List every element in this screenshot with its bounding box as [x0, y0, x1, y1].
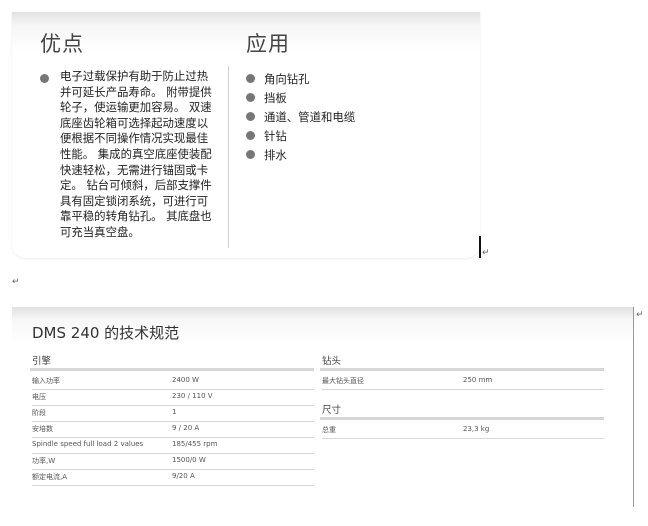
- spec-value: 9/20 A: [172, 472, 195, 480]
- application-item: 针钻: [264, 129, 287, 143]
- table-row: 安培数 9 / 20 A: [32, 421, 314, 438]
- paragraph-mark: ↵: [12, 277, 20, 287]
- bullet-icon: [246, 112, 255, 121]
- applications-heading: 应用: [246, 32, 290, 56]
- specs-title: DMS 240 的技术规范: [32, 324, 180, 342]
- table-row: 最大钻头直径 250 mm: [322, 373, 604, 390]
- paragraph-mark: ↵: [482, 248, 490, 258]
- spec-label: 额定电流,A: [32, 473, 68, 481]
- table-row: 阶段 1: [32, 405, 314, 422]
- spec-label: 电压: [32, 393, 46, 401]
- bullet-icon: [246, 150, 255, 159]
- spec-label: 功率,W: [32, 457, 56, 465]
- column-divider: [228, 66, 229, 248]
- bullet-icon: [40, 74, 49, 83]
- panel-edge: [633, 307, 634, 507]
- section-rule: [320, 417, 604, 420]
- spec-value: 185/455 rpm: [172, 440, 218, 448]
- application-item: 通道、管道和电缆: [264, 110, 356, 124]
- bullet-icon: [246, 131, 255, 140]
- spec-label: 安培数: [32, 425, 53, 433]
- text-cursor: [479, 236, 481, 258]
- spec-value: 2400 W: [172, 376, 199, 384]
- table-row: 额定电流,A 9/20 A: [32, 469, 314, 486]
- spec-label: 总重: [322, 426, 336, 434]
- application-item: 排水: [264, 148, 287, 162]
- spec-value: 250 mm: [463, 376, 493, 384]
- section-rule: [320, 368, 604, 371]
- advantages-text: 电子过载保护有助于防止过热并可延长产品寿命。 附带提供轮子，使运输更加容易。 双…: [60, 69, 212, 239]
- spec-value: 23,3 kg: [463, 425, 490, 433]
- table-row: 总重 23,3 kg: [322, 422, 604, 439]
- spec-value: 1: [172, 408, 177, 416]
- spec-label: 阶段: [32, 409, 46, 417]
- engine-heading: 引擎: [32, 356, 52, 367]
- advantages-heading: 优点: [40, 32, 84, 56]
- table-row: 输入功率 2400 W: [32, 373, 314, 390]
- paragraph-mark: ↵: [636, 310, 644, 320]
- spec-value: 9 / 20 A: [172, 424, 200, 432]
- spec-label: 最大钻头直径: [322, 377, 364, 385]
- application-item: 角向钻孔: [264, 72, 310, 86]
- spec-label: 输入功率: [32, 377, 60, 385]
- application-item: 挡板: [264, 91, 287, 105]
- spec-label: Spindle speed full load 2 values: [32, 440, 144, 448]
- table-row: Spindle speed full load 2 values 185/455…: [32, 437, 314, 454]
- bullet-icon: [246, 74, 255, 83]
- table-row: 电压 230 / 110 V: [32, 389, 314, 406]
- drill-bit-heading: 钻头: [322, 356, 342, 367]
- spec-value: 230 / 110 V: [172, 392, 213, 400]
- section-rule: [30, 368, 314, 371]
- bullet-icon: [246, 93, 255, 102]
- spec-value: 1500/0 W: [172, 456, 206, 464]
- dimensions-heading: 尺寸: [322, 405, 342, 416]
- table-row: 功率,W 1500/0 W: [32, 453, 314, 470]
